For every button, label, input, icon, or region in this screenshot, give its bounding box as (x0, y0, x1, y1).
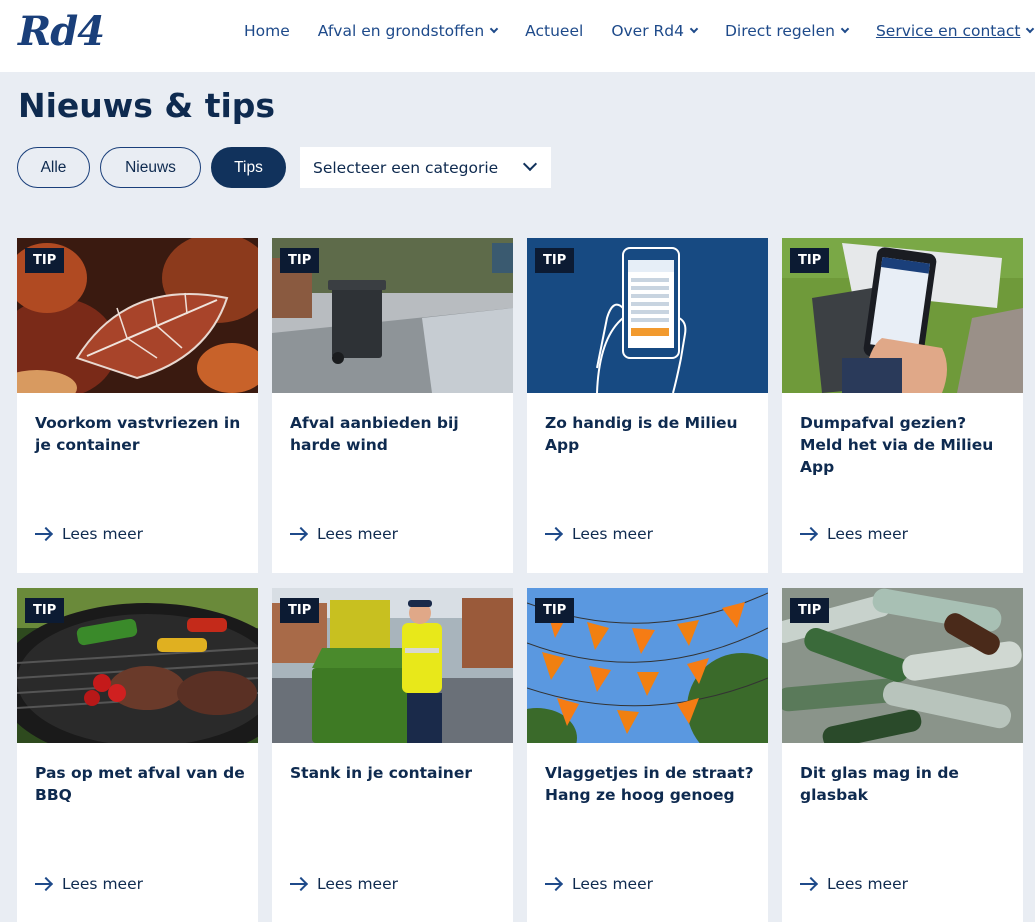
read-more-link[interactable]: Lees meer (290, 525, 398, 543)
nav-item-label: Home (244, 22, 290, 40)
category-select-label: Selecteer een categorie (313, 158, 499, 177)
card-image-phone-dumped-waste: TIP (782, 238, 1023, 393)
read-more-link[interactable]: Lees meer (35, 525, 143, 543)
news-card[interactable]: TIP Vlaggetjes in de straat? Hang ze hoo… (527, 588, 768, 922)
read-more-label: Lees meer (572, 525, 653, 543)
card-image-frosted-leaf: TIP (17, 238, 258, 393)
chevron-down-icon (489, 24, 499, 34)
read-more-link[interactable]: Lees meer (35, 875, 143, 893)
read-more-link[interactable]: Lees meer (290, 875, 398, 893)
nav-item-label: Over Rd4 (611, 22, 684, 40)
read-more-label: Lees meer (62, 525, 143, 543)
arrow-right-icon (35, 883, 51, 885)
news-card[interactable]: TIP Pas op met afval van de BBQ Lees mee… (17, 588, 258, 922)
nav-item-label: Afval en grondstoffen (317, 22, 485, 40)
card-title[interactable]: Vlaggetjes in de straat? Hang ze hoog ge… (545, 762, 755, 806)
tip-badge: TIP (790, 248, 830, 273)
site-header: Rd4 Home Afval en grondstoffen Actueel O… (0, 0, 1035, 72)
nav-item-service-en-contact[interactable]: Service en contact (875, 22, 1035, 40)
tip-badge: TIP (280, 598, 320, 623)
news-card[interactable]: TIP Afval aanbieden bij harde wind Lees … (272, 238, 513, 573)
nav-item-label: Direct regelen (725, 22, 835, 40)
nav-item-home[interactable]: Home (244, 22, 290, 40)
card-title[interactable]: Afval aanbieden bij harde wind (290, 412, 500, 456)
arrow-right-icon (800, 533, 816, 535)
card-title[interactable]: Dit glas mag in de glasbak (800, 762, 1010, 806)
arrow-right-icon (545, 533, 561, 535)
arrow-right-icon (800, 883, 816, 885)
card-image-waste-collector: TIP (272, 588, 513, 743)
chevron-down-icon (840, 24, 850, 34)
chevron-down-icon (1026, 24, 1035, 34)
read-more-link[interactable]: Lees meer (800, 525, 908, 543)
arrow-right-icon (35, 533, 51, 535)
rd4-logo[interactable]: Rd4 (18, 8, 105, 55)
card-title[interactable]: Pas op met afval van de BBQ (35, 762, 245, 806)
category-select[interactable]: Selecteer een categorie (300, 147, 551, 188)
chevron-down-icon (522, 156, 538, 172)
nav-item-label: Service en contact (875, 22, 1021, 40)
news-card[interactable]: TIP Stank in je container Lees meer (272, 588, 513, 922)
filter-news-button[interactable]: Nieuws (100, 147, 201, 188)
read-more-label: Lees meer (827, 525, 908, 543)
nav-item-label: Actueel (525, 22, 584, 40)
filter-bar: Alle Nieuws Tips Selecteer een categorie (17, 147, 551, 188)
chevron-down-icon (689, 24, 699, 34)
card-title[interactable]: Dumpafval gezien? Meld het via de Milieu… (800, 412, 1010, 478)
news-card[interactable]: TIP Dumpafval gezien? Meld het via de Mi… (782, 238, 1023, 573)
arrow-right-icon (545, 883, 561, 885)
read-more-label: Lees meer (572, 875, 653, 893)
filter-all-button[interactable]: Alle (17, 147, 90, 188)
news-card[interactable]: TIP Zo handig is de Milieu App Lees meer (527, 238, 768, 573)
card-image-bin-on-street: TIP (272, 238, 513, 393)
tip-badge: TIP (25, 248, 65, 273)
main-nav: Home Afval en grondstoffen Actueel Over … (244, 22, 1035, 40)
card-image-orange-bunting: TIP (527, 588, 768, 743)
tip-badge: TIP (535, 248, 575, 273)
card-title[interactable]: Zo handig is de Milieu App (545, 412, 755, 456)
read-more-link[interactable]: Lees meer (800, 875, 908, 893)
news-card[interactable]: TIP Voorkom vastvriezen in je container … (17, 238, 258, 573)
nav-item-direct-regelen[interactable]: Direct regelen (725, 22, 850, 40)
read-more-label: Lees meer (317, 525, 398, 543)
card-image-phone-app-illustration: TIP (527, 238, 768, 393)
arrow-right-icon (290, 883, 306, 885)
card-image-glass-bottles: TIP (782, 588, 1023, 743)
card-title[interactable]: Voorkom vastvriezen in je container (35, 412, 245, 456)
news-card[interactable]: TIP Dit glas mag in de glasbak Lees meer (782, 588, 1023, 922)
read-more-label: Lees meer (317, 875, 398, 893)
card-image-bbq-grill: TIP (17, 588, 258, 743)
read-more-link[interactable]: Lees meer (545, 525, 653, 543)
nav-item-over-rd4[interactable]: Over Rd4 (611, 22, 699, 40)
nav-item-actueel[interactable]: Actueel (525, 22, 583, 40)
tip-badge: TIP (790, 598, 830, 623)
card-title[interactable]: Stank in je container (290, 762, 500, 784)
read-more-label: Lees meer (827, 875, 908, 893)
nav-item-afval-en-grondstoffen[interactable]: Afval en grondstoffen (317, 22, 499, 40)
filter-tips-button[interactable]: Tips (211, 147, 286, 188)
read-more-link[interactable]: Lees meer (545, 875, 653, 893)
tip-badge: TIP (280, 248, 320, 273)
tip-badge: TIP (25, 598, 65, 623)
arrow-right-icon (290, 533, 306, 535)
read-more-label: Lees meer (62, 875, 143, 893)
page-title: Nieuws & tips (18, 86, 276, 125)
tip-badge: TIP (535, 598, 575, 623)
